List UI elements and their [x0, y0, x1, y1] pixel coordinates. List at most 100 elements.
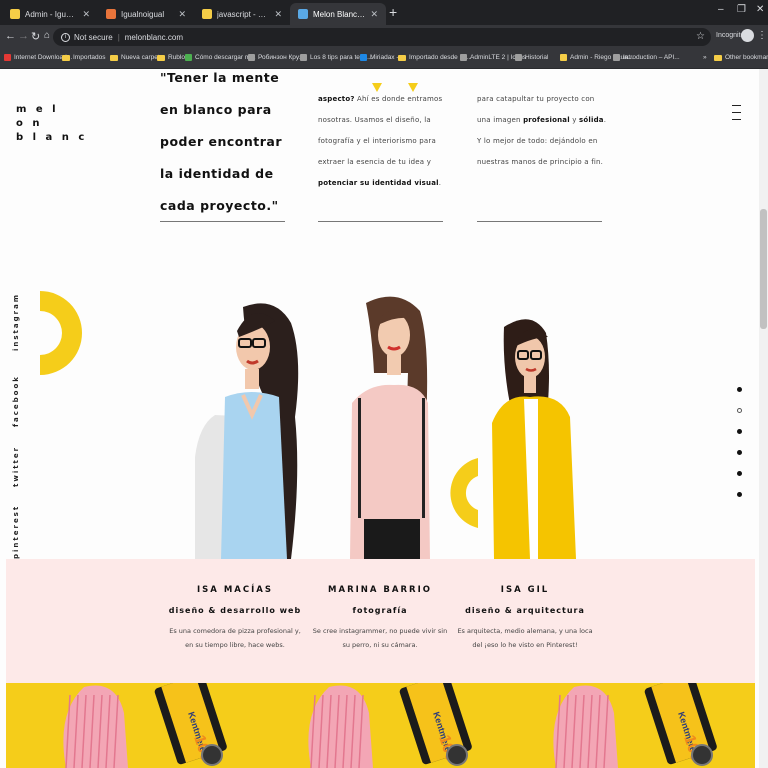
bookmark-favicon-icon — [360, 54, 367, 61]
url-input[interactable]: i Not secure | melonblanc.com ☆ — [53, 28, 711, 46]
bold-text: aspecto? — [318, 95, 355, 103]
bold-text: potenciar su identidad visual — [318, 179, 439, 187]
tab-igualnoigual[interactable]: Igualnoigual ✕ — [98, 3, 194, 25]
security-label: Not secure — [74, 32, 113, 42]
pattern-band: Kentmere 100 Kentmere 100 Kentmere 100 — [6, 683, 755, 768]
slider-dot[interactable] — [737, 450, 742, 455]
menu-icon[interactable]: ⋮ — [757, 30, 767, 41]
tab-melon-blanc[interactable]: Melon Blanc — Identidad visual ✕ — [290, 3, 386, 25]
bookmark-label: Historial — [525, 54, 549, 61]
bookmark-label: Importados — [73, 54, 106, 61]
bookmark-item[interactable]: Miriadax - — [360, 54, 399, 61]
maximize-button[interactable]: ❐ — [737, 4, 746, 15]
slider-dot[interactable] — [737, 492, 742, 497]
hamburger-menu-icon[interactable] — [732, 105, 741, 126]
bookmark-item[interactable]: Rublos — [157, 54, 188, 61]
bookmark-favicon-icon — [560, 54, 567, 61]
slider-dot[interactable] — [737, 387, 742, 392]
slider-dot[interactable] — [737, 429, 742, 434]
instagram-link[interactable]: instagram — [12, 293, 20, 351]
body-text: . — [438, 179, 442, 187]
page-viewport: m e l o n b l a n c "Tener la mente en b… — [0, 69, 768, 768]
more-bookmarks-button[interactable]: » — [703, 54, 707, 61]
yellow-c-shape — [40, 291, 82, 375]
bookmark-item[interactable]: Historial — [515, 54, 548, 61]
team-photo-isa-macias — [195, 303, 299, 559]
bold-text: sólida — [579, 116, 604, 124]
team-photo-marina-barrio — [350, 296, 430, 559]
bookmark-item[interactable]: Cómo descargar m... — [185, 54, 256, 61]
folder-icon — [110, 54, 118, 61]
star-icon[interactable]: ☆ — [696, 31, 705, 42]
minimize-button[interactable]: – — [718, 4, 724, 15]
member-role: fotografía — [352, 606, 408, 615]
slider-dot[interactable] — [737, 471, 742, 476]
new-tab-button[interactable]: + — [389, 4, 397, 20]
tab-favicon-icon — [202, 9, 212, 19]
member-bio: Es arquitecta, medio alemana, y una loca… — [457, 627, 593, 649]
browser-tab-bar: Admin - Igual no igual ✕ Igualnoigual ✕ … — [0, 0, 768, 25]
bookmark-favicon-icon — [460, 54, 467, 61]
bookmark-item[interactable]: Робинзон Крузо — [248, 54, 306, 61]
close-icon[interactable]: ✕ — [274, 9, 282, 20]
pinterest-link[interactable]: pinterest — [12, 505, 20, 559]
film-pattern-image: Kentmere100 Kentmere100 Kentmere100 — [63, 683, 717, 768]
tab-favicon-icon — [106, 9, 116, 19]
close-icon[interactable]: ✕ — [178, 9, 186, 20]
twitter-link[interactable]: twitter — [12, 446, 20, 487]
team-member-card: ISA GIL diseño & arquitectura Es arquite… — [455, 585, 595, 652]
tab-label: Admin - Igual no igual — [25, 9, 77, 19]
bookmarks-bar: Internet Download... Importados Nueva carp… — [0, 49, 768, 69]
facebook-link[interactable]: facebook — [12, 375, 20, 427]
bookmark-item[interactable]: Nueva carpeta — [110, 54, 163, 61]
home-icon[interactable]: ⌂ — [44, 30, 50, 41]
scrollbar[interactable] — [759, 69, 768, 768]
folder-icon — [157, 54, 165, 61]
back-arrow-icon[interactable]: ← — [5, 30, 16, 42]
bookmark-item[interactable]: Introduction – API... — [613, 54, 680, 61]
triangle-decoration — [372, 83, 382, 92]
tab-label: Igualnoigual — [121, 9, 165, 19]
bookmark-favicon-icon — [4, 54, 11, 61]
body-text: Ahí es donde entramos nosotras. Usamos e… — [318, 95, 443, 166]
divider — [160, 221, 285, 222]
triangle-decoration — [408, 83, 418, 92]
slider-dot[interactable] — [737, 408, 742, 413]
pink-shell-shape — [63, 685, 128, 768]
tab-favicon-icon — [298, 9, 308, 19]
bookmark-label: Cómo descargar m... — [195, 54, 256, 61]
close-window-button[interactable]: ✕ — [756, 4, 764, 15]
bookmark-favicon-icon — [248, 54, 255, 61]
film-canister-shape: Kentmere100 — [399, 683, 472, 766]
close-icon[interactable]: ✕ — [370, 9, 378, 20]
divider — [318, 221, 443, 222]
bookmark-favicon-icon — [300, 54, 307, 61]
tab-admin-igual[interactable]: Admin - Igual no igual ✕ — [2, 3, 98, 25]
member-name: MARINA BARRIO — [328, 585, 432, 595]
bookmark-item[interactable]: Importados — [62, 54, 106, 61]
reload-icon[interactable]: ↻ — [31, 30, 40, 43]
member-bio: Se cree instagrammer, no puede vivir sin… — [312, 627, 448, 649]
mission-quote: "Tener la mente en blanco para poder enc… — [160, 70, 282, 213]
folder-icon — [714, 54, 722, 61]
tab-label: Melon Blanc — Identidad visual — [313, 9, 365, 19]
pink-shell-shape — [308, 685, 373, 768]
bookmark-label: Other bookmarks — [725, 54, 768, 61]
other-bookmarks-folder[interactable]: Other bookmarks — [714, 54, 768, 61]
tab-label: javascript - Cambiar texto y colo — [217, 9, 269, 19]
scrollbar-thumb[interactable] — [760, 209, 767, 329]
logo-line: b l a n c — [16, 132, 88, 143]
bookmark-label: Miriadax - — [370, 54, 399, 61]
close-icon[interactable]: ✕ — [82, 9, 90, 20]
film-canister-shape: Kentmere100 — [644, 683, 717, 766]
site-logo[interactable]: m e l o n b l a n c — [16, 103, 87, 145]
member-name: ISA MACÍAS — [197, 585, 273, 595]
incognito-icon[interactable] — [741, 29, 754, 42]
forward-arrow-icon[interactable]: → — [18, 30, 29, 42]
tab-javascript[interactable]: javascript - Cambiar texto y colo ✕ — [194, 3, 290, 25]
team-member-card: ISA MACÍAS diseño & desarrollo web Es un… — [165, 585, 305, 652]
folder-icon — [62, 54, 70, 61]
bookmark-label: Introduction – API... — [623, 54, 680, 61]
team-photo-isa-gil — [492, 319, 576, 559]
info-icon[interactable]: i — [61, 32, 70, 42]
